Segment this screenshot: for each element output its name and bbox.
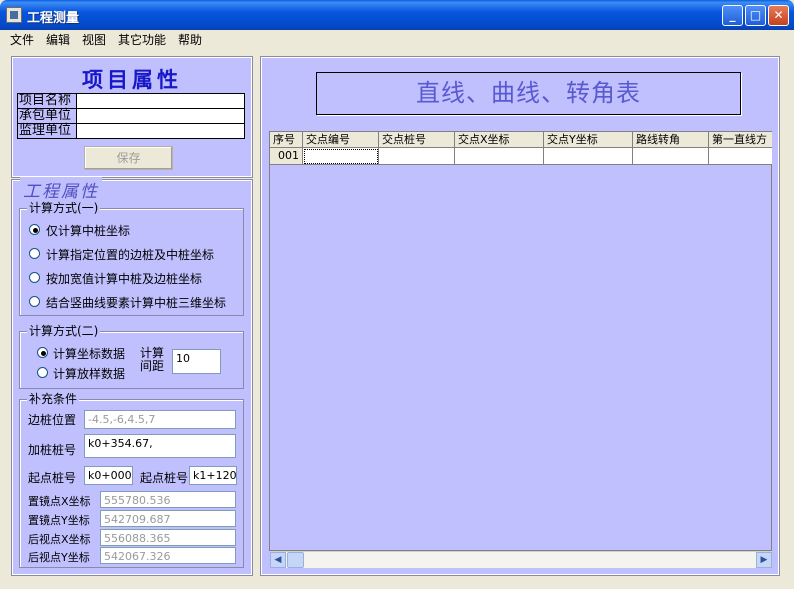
add-pile-input[interactable]: k0+354.67, <box>84 434 236 458</box>
method2-radio-0[interactable] <box>37 347 48 358</box>
menu-file[interactable]: 文件 <box>10 32 34 48</box>
col-header-index[interactable]: 序号 <box>270 132 303 148</box>
scroll-left-button[interactable]: ◀ <box>270 552 286 568</box>
menu-edit[interactable]: 编辑 <box>46 32 70 48</box>
method2-option-0[interactable]: 计算坐标数据 <box>53 345 125 362</box>
close-button[interactable]: ✕ <box>768 5 789 26</box>
interval-input[interactable]: 10 <box>172 349 221 374</box>
contractor-label: 承包单位 <box>17 108 77 124</box>
side-pile-label: 边桩位置 <box>28 413 77 427</box>
close-icon: ✕ <box>773 8 784 22</box>
add-pile-label: 加桩桩号 <box>28 443 77 457</box>
method1-radio-3[interactable] <box>29 296 40 307</box>
method1-option-3[interactable]: 结合竖曲线要素计算中桩三维坐标 <box>46 294 226 311</box>
col-header-ip-y[interactable]: 交点Y坐标 <box>544 132 633 148</box>
arrow-right-icon: ▶ <box>760 555 768 565</box>
interval-label-2: 间距 <box>140 359 165 373</box>
start-station-input[interactable]: k0+000 <box>84 466 133 485</box>
save-button[interactable]: 保存 <box>84 146 173 170</box>
method1-radio-2[interactable] <box>29 272 40 283</box>
menu-other[interactable]: 其它功能 <box>118 32 166 48</box>
maximize-button[interactable]: □ <box>745 5 766 26</box>
station-x-label: 置镜点X坐标 <box>28 495 91 508</box>
end-station-input[interactable]: k1+120 <box>189 466 237 485</box>
method1-option-0[interactable]: 仅计算中桩坐标 <box>46 222 130 239</box>
scroll-right-button[interactable]: ▶ <box>756 552 772 568</box>
station-y-label: 置镜点Y坐标 <box>28 514 90 527</box>
col-header-first-tangent[interactable]: 第一直线方 <box>709 132 772 148</box>
project-name-label: 项目名称 <box>17 93 77 109</box>
project-heading: 项目属性 <box>82 67 182 92</box>
col-header-ip-station[interactable]: 交点桩号 <box>379 132 455 148</box>
engineering-heading: 工程属性 <box>20 177 102 202</box>
cell-ip-station[interactable] <box>379 148 455 165</box>
scroll-thumb[interactable] <box>287 552 304 568</box>
end-station-label: 起点桩号 <box>140 471 189 485</box>
data-grid[interactable] <box>269 131 772 551</box>
side-pile-input[interactable]: -4.5,-6,4.5,7 <box>84 410 236 429</box>
project-name-input[interactable] <box>76 93 245 109</box>
contractor-input[interactable] <box>76 108 245 124</box>
row-index-cell: 001 <box>270 148 303 165</box>
window-title: 工程测量 <box>27 11 80 26</box>
app-icon[interactable] <box>6 7 22 23</box>
method1-radio-1[interactable] <box>29 248 40 259</box>
arrow-left-icon: ◀ <box>274 555 282 565</box>
method2-legend: 计算方式(二) <box>27 324 101 338</box>
method2-radio-1[interactable] <box>37 367 48 378</box>
col-header-deflection[interactable]: 路线转角 <box>633 132 709 148</box>
station-x-input[interactable]: 555780.536 <box>100 491 236 508</box>
start-station-label: 起点桩号 <box>28 471 77 485</box>
col-header-ip-x[interactable]: 交点X坐标 <box>455 132 544 148</box>
method2-option-1[interactable]: 计算放样数据 <box>53 365 125 382</box>
minimize-button[interactable]: _ <box>722 5 743 26</box>
minimize-icon: _ <box>729 8 736 22</box>
cell-deflection[interactable] <box>633 148 709 165</box>
supervisor-input[interactable] <box>76 123 245 139</box>
cell-ip-no[interactable] <box>303 148 379 165</box>
back-x-input[interactable]: 556088.365 <box>100 529 236 546</box>
menu-help[interactable]: 帮助 <box>178 32 202 48</box>
method1-legend: 计算方式(一) <box>27 201 101 215</box>
col-header-ip-no[interactable]: 交点编号 <box>303 132 379 148</box>
method1-option-2[interactable]: 按加宽值计算中桩及边桩坐标 <box>46 270 202 287</box>
supervisor-label: 监理单位 <box>17 123 77 139</box>
station-y-input[interactable]: 542709.687 <box>100 510 236 527</box>
cell-ip-x[interactable] <box>455 148 544 165</box>
back-y-input[interactable]: 542067.326 <box>100 547 236 564</box>
method1-radio-0[interactable] <box>29 224 40 235</box>
back-x-label: 后视点X坐标 <box>28 533 91 546</box>
table-title: 直线、曲线、转角表 <box>316 72 741 115</box>
maximize-icon: □ <box>749 8 762 22</box>
cell-ip-y[interactable] <box>544 148 633 165</box>
method1-option-1[interactable]: 计算指定位置的边桩及中桩坐标 <box>46 246 214 263</box>
title-bar[interactable] <box>0 0 794 30</box>
cell-first-tangent[interactable] <box>709 148 772 165</box>
supplement-legend: 补充条件 <box>27 392 80 406</box>
horizontal-scrollbar[interactable] <box>270 551 772 568</box>
back-y-label: 后视点Y坐标 <box>28 551 90 564</box>
menu-view[interactable]: 视图 <box>82 32 106 48</box>
